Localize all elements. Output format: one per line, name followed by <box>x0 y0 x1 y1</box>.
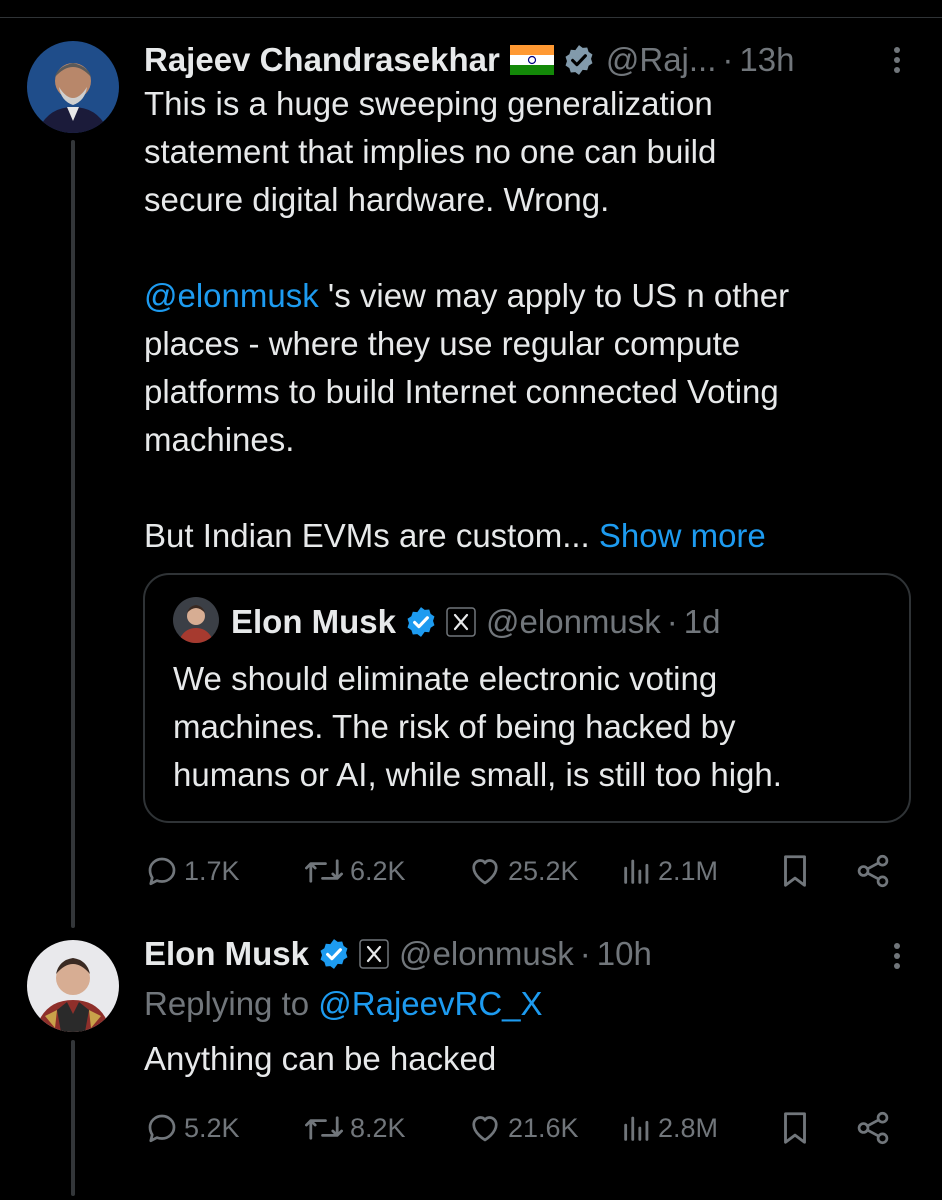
thread-connector-line <box>71 140 75 928</box>
separator-dot: · <box>722 41 734 78</box>
post-text-line: places - where they use regular compute <box>144 325 741 362</box>
share-icon <box>857 854 889 888</box>
author-name[interactable]: Elon Musk <box>144 935 309 973</box>
repost-button[interactable]: 6.2K <box>302 846 406 896</box>
india-flag-icon <box>509 45 554 75</box>
x-affiliate-badge-icon <box>446 607 476 637</box>
reply-count: 5.2K <box>184 1112 240 1143</box>
verified-badge-icon <box>404 605 438 639</box>
post-time[interactable]: 10h <box>597 935 652 973</box>
repost-icon <box>305 1116 343 1140</box>
views-count: 2.1M <box>658 855 719 886</box>
repost-icon <box>305 859 343 883</box>
post-text-fragment: 's view may apply to US n other <box>318 277 790 314</box>
quoted-text-line: humans or AI, while small, is still too … <box>173 756 782 793</box>
author-handle[interactable]: @Raj... <box>606 41 717 79</box>
mention-link[interactable]: @elonmusk <box>144 277 319 314</box>
views-button[interactable]: 2.8M <box>620 1103 718 1153</box>
post-text-line: @elonmusk 's view may apply to US n othe… <box>144 272 904 320</box>
like-count: 21.6K <box>508 1112 579 1143</box>
post-text-fragment: But Indian EVMs are custom... <box>144 517 599 554</box>
views-count: 2.8M <box>658 1112 719 1143</box>
action-bar: 1.7K 6.2K 25.2K 2.1M <box>144 846 904 896</box>
quoted-post[interactable]: Elon Musk @elonmusk · 1d We should elimi… <box>143 573 911 823</box>
like-button[interactable]: 21.6K <box>466 1103 579 1153</box>
avatar-elon-small[interactable] <box>173 597 219 643</box>
replying-to-link[interactable]: @RajeevRC_X <box>318 985 542 1022</box>
quoted-author-handle: @elonmusk <box>486 603 661 640</box>
quoted-author-name: Elon Musk <box>231 603 397 640</box>
quoted-text-line: machines. The risk of being hacked by <box>173 708 736 745</box>
verified-badge-icon[interactable] <box>317 937 351 971</box>
top-divider <box>0 17 942 18</box>
avatar-elon[interactable] <box>27 940 119 1032</box>
reply-count: 1.7K <box>184 855 240 886</box>
replying-to-line: Replying to @RajeevRC_X <box>144 980 904 1028</box>
quoted-post-time: 1d <box>683 603 721 640</box>
avatar-rajeev[interactable] <box>27 41 119 133</box>
like-button[interactable]: 25.2K <box>466 846 579 896</box>
thread-connector-line <box>71 1040 75 1196</box>
bookmark-icon <box>784 855 806 887</box>
bookmark-icon <box>784 1112 806 1144</box>
post-text: Anything can be hacked <box>144 1040 497 1077</box>
post-text-line: But Indian EVMs are custom... Show more <box>144 512 904 560</box>
bookmark-button[interactable] <box>776 846 814 896</box>
views-button[interactable]: 2.1M <box>620 846 718 896</box>
reply-button[interactable]: 1.7K <box>144 846 240 896</box>
author-handle[interactable]: @elonmusk <box>399 935 574 973</box>
more-vertical-icon[interactable] <box>882 38 912 82</box>
reply-icon <box>148 857 176 886</box>
more-vertical-icon[interactable] <box>882 934 912 978</box>
reply-button[interactable]: 5.2K <box>144 1103 240 1153</box>
separator-dot: · <box>666 603 678 640</box>
tweet-header: Rajeev Chandrasekhar @Raj... · 13h <box>144 37 794 83</box>
like-icon <box>472 1116 498 1142</box>
post-time[interactable]: 13h <box>739 41 794 79</box>
action-bar: 5.2K 8.2K 21.6K 2.8M <box>144 1103 904 1153</box>
x-affiliate-badge-icon[interactable] <box>359 939 389 969</box>
like-icon <box>472 859 498 885</box>
views-icon <box>624 1116 649 1141</box>
separator-dot: · <box>579 935 591 972</box>
post-thread-screen: Rajeev Chandrasekhar @Raj... · 13h This … <box>0 0 942 1200</box>
post-text-line: statement that implies no one can build <box>144 133 717 170</box>
quoted-text-line: We should eliminate electronic voting <box>173 660 718 697</box>
post-text-line: machines. <box>144 421 295 458</box>
quoted-post-text: We should eliminate electronic voting ma… <box>173 655 893 799</box>
author-name[interactable]: Rajeev Chandrasekhar <box>144 41 500 79</box>
share-icon <box>857 1111 889 1145</box>
like-count: 25.2K <box>508 855 579 886</box>
post-text-line: platforms to build Internet connected Vo… <box>144 373 779 410</box>
share-button[interactable] <box>854 1103 892 1153</box>
share-button[interactable] <box>854 846 892 896</box>
post-text-line: secure digital hardware. Wrong. <box>144 181 610 218</box>
repost-count: 8.2K <box>350 1112 406 1143</box>
tweet-header: Elon Musk @elonmusk · 10h <box>144 931 652 977</box>
post-text: This is a huge sweeping generalization s… <box>144 80 904 560</box>
repost-count: 6.2K <box>350 855 406 886</box>
views-icon <box>624 859 649 884</box>
post-text-line: This is a huge sweeping generalization <box>144 85 713 122</box>
replying-to-label: Replying to <box>144 985 319 1022</box>
show-more-link[interactable]: Show more <box>599 517 766 554</box>
bookmark-button[interactable] <box>776 1103 814 1153</box>
quoted-post-header: Elon Musk @elonmusk · 1d <box>231 599 720 645</box>
repost-button[interactable]: 8.2K <box>302 1103 406 1153</box>
reply-icon <box>148 1114 176 1143</box>
verified-badge-icon[interactable] <box>562 43 596 77</box>
